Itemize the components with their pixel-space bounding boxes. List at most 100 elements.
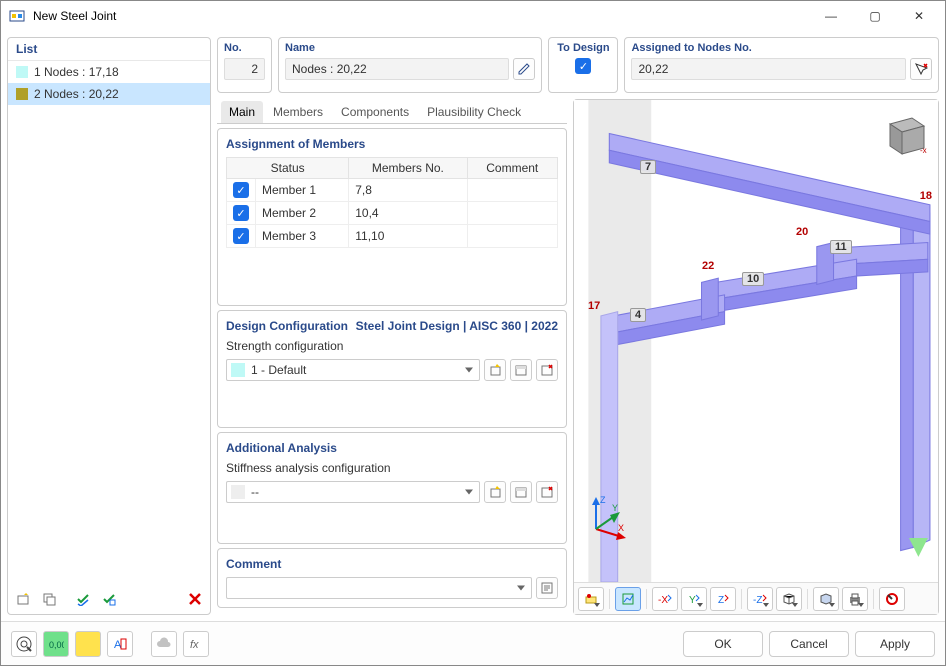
beam-label: 11 — [830, 240, 852, 254]
svg-text:0,00: 0,00 — [49, 640, 64, 650]
print-button[interactable] — [842, 587, 868, 611]
additional-header: Additional Analysis — [226, 441, 558, 455]
edit-stiffness-button[interactable] — [510, 481, 532, 503]
new-config-button[interactable] — [484, 359, 506, 381]
view-neg-z-button[interactable]: -Z — [747, 587, 773, 611]
svg-text:Y: Y — [689, 595, 696, 605]
row-comment — [467, 225, 557, 248]
node-label: 17 — [588, 300, 600, 312]
stiffness-label: Stiffness analysis configuration — [226, 461, 558, 475]
font-button[interactable]: A — [107, 631, 133, 657]
list-item-2[interactable]: 2 Nodes : 20,22 — [8, 83, 210, 105]
col-status: Status — [227, 158, 349, 179]
svg-text:-x: -x — [920, 146, 927, 155]
no-label: No. — [224, 42, 265, 54]
row-checkbox[interactable]: ✓ — [233, 182, 249, 198]
pick-nodes-button[interactable] — [910, 58, 932, 80]
tab-plausibility[interactable]: Plausibility Check — [419, 101, 529, 123]
design-code: Steel Joint Design | AISC 360 | 2022 — [356, 319, 558, 333]
strength-value: 1 - Default — [251, 363, 306, 377]
render-mode-button[interactable] — [813, 587, 839, 611]
view-toolbar: -X Y Z -Z — [574, 582, 938, 614]
mid-row: Main Members Components Plausibility Che… — [217, 99, 939, 615]
row-checkbox[interactable]: ✓ — [233, 205, 249, 221]
ok-button[interactable]: OK — [683, 631, 763, 657]
col-comment: Comment — [467, 158, 557, 179]
additional-panel: Additional Analysis Stiffness analysis c… — [217, 432, 567, 544]
delete-stiffness-button[interactable] — [536, 481, 558, 503]
window-title: New Steel Joint — [33, 9, 809, 23]
help-button[interactable] — [11, 631, 37, 657]
assigned-value: 20,22 — [631, 58, 906, 80]
name-label: Name — [285, 42, 535, 54]
check-all-button[interactable] — [72, 588, 94, 610]
beam-label: 10 — [742, 272, 764, 286]
window: New Steel Joint — ▢ ✕ List 1 Nodes : 17,… — [0, 0, 946, 666]
delete-config-button[interactable] — [536, 359, 558, 381]
swatch-icon — [231, 485, 245, 499]
beam-label: 4 — [630, 308, 646, 322]
table-row[interactable]: ✓ Member 2 10,4 — [227, 202, 558, 225]
swatch-icon — [16, 66, 28, 78]
show-model-button[interactable] — [615, 587, 641, 611]
edit-config-button[interactable] — [510, 359, 532, 381]
nav-cube[interactable]: -x — [878, 110, 928, 160]
close-button[interactable]: ✕ — [897, 1, 941, 31]
tab-main[interactable]: Main — [221, 101, 263, 123]
view-z-button[interactable]: Z — [710, 587, 736, 611]
view-y-button[interactable]: Y — [681, 587, 707, 611]
list-items: 1 Nodes : 17,18 2 Nodes : 20,22 — [8, 61, 210, 584]
tabs: Main Members Components Plausibility Che… — [217, 101, 567, 124]
perspective-button[interactable] — [776, 587, 802, 611]
row-comment — [467, 202, 557, 225]
design-header: Design Configuration Steel Joint Design … — [226, 319, 558, 333]
list-item-1[interactable]: 1 Nodes : 17,18 — [8, 61, 210, 83]
assigned-box: Assigned to Nodes No. 20,22 — [624, 37, 939, 93]
tab-members[interactable]: Members — [265, 101, 331, 123]
comment-panel: Comment — [217, 548, 567, 608]
units-button[interactable]: 0,00 — [43, 631, 69, 657]
maximize-button[interactable]: ▢ — [853, 1, 897, 31]
list-toolbar — [8, 584, 210, 614]
view-neg-x-button[interactable]: -X — [652, 587, 678, 611]
node-label: 18 — [920, 190, 932, 202]
table-row[interactable]: ✓ Member 1 7,8 — [227, 179, 558, 202]
tab-components[interactable]: Components — [333, 101, 417, 123]
left-pane: List 1 Nodes : 17,18 2 Nodes : 20,22 — [7, 37, 211, 615]
right-area: No. 2 Name Nodes : 20,22 To Design ✓ Ass… — [217, 37, 939, 615]
list-header: List — [8, 38, 210, 61]
table-row[interactable]: ✓ Member 3 11,10 — [227, 225, 558, 248]
view3d[interactable]: 7 20 11 22 10 17 4 18 — [574, 100, 938, 582]
minimize-button[interactable]: — — [809, 1, 853, 31]
copy-item-button[interactable] — [38, 588, 60, 610]
node-label: 20 — [796, 226, 808, 238]
stiffness-dropdown[interactable]: -- — [226, 481, 480, 503]
script-button[interactable]: fx — [183, 631, 209, 657]
comment-header: Comment — [226, 557, 558, 571]
reset-view-button[interactable] — [879, 587, 905, 611]
app-icon — [9, 8, 25, 24]
new-item-button[interactable] — [12, 588, 34, 610]
stiffness-value: -- — [251, 485, 259, 499]
edit-name-button[interactable] — [513, 58, 535, 80]
cancel-button[interactable]: Cancel — [769, 631, 849, 657]
delete-item-button[interactable] — [184, 588, 206, 610]
no-value: 2 — [224, 58, 265, 80]
strength-dropdown[interactable]: 1 - Default — [226, 359, 480, 381]
titlebar: New Steel Joint — ▢ ✕ — [1, 1, 945, 31]
comment-dropdown[interactable] — [226, 577, 532, 599]
row-checkbox[interactable]: ✓ — [233, 228, 249, 244]
comment-library-button[interactable] — [536, 577, 558, 599]
strength-label: Strength configuration — [226, 339, 558, 353]
new-stiffness-button[interactable] — [484, 481, 506, 503]
color-button[interactable] — [75, 631, 101, 657]
view-mode-button[interactable] — [578, 587, 604, 611]
list-item-label: 2 Nodes : 20,22 — [34, 87, 119, 101]
apply-button[interactable]: Apply — [855, 631, 935, 657]
assigned-label: Assigned to Nodes No. — [631, 42, 932, 54]
uncheck-all-button[interactable] — [98, 588, 120, 610]
swatch-icon — [231, 363, 245, 377]
row-name: Member 3 — [256, 225, 349, 248]
cloud-button[interactable] — [151, 631, 177, 657]
todesign-checkbox[interactable]: ✓ — [575, 58, 591, 74]
